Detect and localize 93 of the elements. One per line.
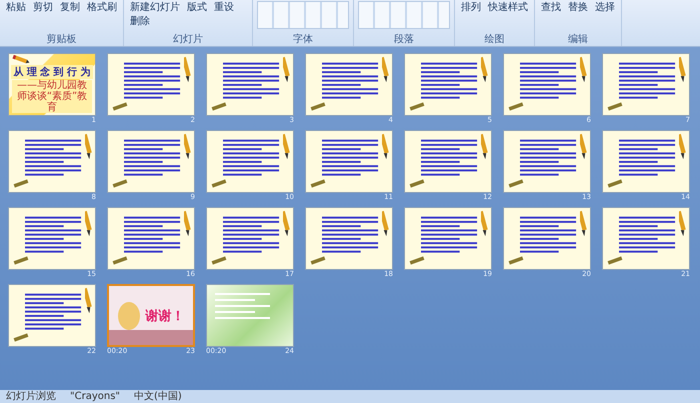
group-label: 绘图 [484,34,506,46]
ribbon-button[interactable]: 粘贴 [4,1,28,14]
group-label: 剪贴板 [46,34,78,46]
crayon-icon [606,178,624,189]
ribbon-button[interactable]: 查找 [539,1,563,14]
slide-thumbnail[interactable] [107,207,195,270]
pencil-icon [580,133,587,161]
crayon-icon [111,255,129,266]
group-label: 段落 [393,34,415,46]
crayon-icon [111,178,129,189]
ribbon-button[interactable]: 排列 [459,1,483,14]
pencil-icon [679,56,686,84]
slide-thumbnail[interactable] [8,284,96,347]
slide-thumbnail[interactable] [602,207,690,270]
pencil-icon [679,210,686,238]
pencil-icon [184,133,191,161]
pencil-icon [580,210,587,238]
slide-thumbnail[interactable] [503,53,591,116]
slide-thumbnail[interactable] [206,207,294,270]
pencil-icon [382,133,389,161]
slide-thumbnail[interactable] [602,130,690,193]
slide-thumbnail[interactable]: 谢谢！ [107,284,195,347]
crayon-icon [309,255,327,266]
crayon-icon [606,255,624,266]
theme-label: "Crayons" [70,390,120,403]
pencil-icon [283,133,290,161]
group-label: 字体 [292,34,314,46]
crayon-icon [210,178,228,189]
pencil-icon [184,210,191,238]
crayon-icon [606,101,624,112]
crayon-icon [210,255,228,266]
slide-thumbnail[interactable] [602,53,690,116]
group-label: 幻灯片 [172,34,204,46]
pencil-icon [382,210,389,238]
slide-thumbnail[interactable] [305,207,393,270]
slide-subtitle: ——与幼儿园教师谈谈“素质”教育 [12,80,92,113]
pencil-icon [85,133,92,161]
language-label: 中文(中国) [134,390,182,403]
slide-thumbnail[interactable] [206,284,294,347]
crayon-icon [12,255,30,266]
crayon-icon [507,255,525,266]
pencil-icon [283,56,290,84]
pencil-icon [481,56,488,84]
slide-thumbnail[interactable] [305,130,393,193]
ribbon-button[interactable]: 版式 [185,1,209,14]
crayon-icon [408,255,426,266]
pencil-icon [85,287,92,315]
slide-title: 谢谢！ [146,308,184,324]
ribbon-button[interactable]: 替换 [566,1,590,14]
pencil-icon [283,210,290,238]
slide-thumbnail[interactable] [404,130,492,193]
ribbon-button[interactable]: 复制 [58,1,82,14]
crayon-icon [12,332,30,343]
ribbon-button[interactable]: 剪切 [31,1,55,14]
crayon-icon [408,101,426,112]
crayon-icon [408,178,426,189]
slide-thumbnail[interactable] [404,53,492,116]
view-label: 幻灯片浏览 [6,390,56,403]
crayon-icon [309,178,327,189]
pencil-icon [382,56,389,84]
slide-title: 从 理 念 到 行 为 [11,65,93,79]
slide-thumbnail[interactable] [206,130,294,193]
slide-thumbnail[interactable] [305,53,393,116]
crayon-icon [210,101,228,112]
group-label: 编辑 [567,34,589,46]
ribbon-button[interactable]: 新建幻灯片 [128,1,182,14]
slide-thumbnail[interactable]: 从 理 念 到 行 为 ——与幼儿园教师谈谈“素质”教育 [8,53,96,116]
pencil-icon [184,56,191,84]
pencil-icon [11,55,31,64]
crayon-icon [111,101,129,112]
crayon-icon [309,101,327,112]
bear-drawing [118,302,140,330]
pencil-icon [481,133,488,161]
slide-thumbnail[interactable] [503,130,591,193]
slide-thumbnail[interactable] [404,207,492,270]
slide-thumbnail[interactable] [107,130,195,193]
ribbon-button[interactable]: 快速样式 [486,1,530,14]
pencil-icon [481,210,488,238]
pencil-icon [679,133,686,161]
slide-thumbnail[interactable] [8,207,96,270]
ribbon-button[interactable]: 选择 [593,1,617,14]
ribbon-button[interactable]: 重设 [212,1,236,14]
crayon-icon [507,178,525,189]
slide-thumbnail[interactable] [8,130,96,193]
crayon-icon [507,101,525,112]
slide-thumbnail[interactable] [503,207,591,270]
ribbon-button[interactable]: 格式刷 [85,1,119,14]
slide-thumbnail[interactable] [107,53,195,116]
crayon-icon [12,178,30,189]
slide-thumbnail[interactable] [206,53,294,116]
ribbon-button[interactable]: 删除 [128,15,152,28]
pencil-icon [85,210,92,238]
pencil-icon [580,56,587,84]
